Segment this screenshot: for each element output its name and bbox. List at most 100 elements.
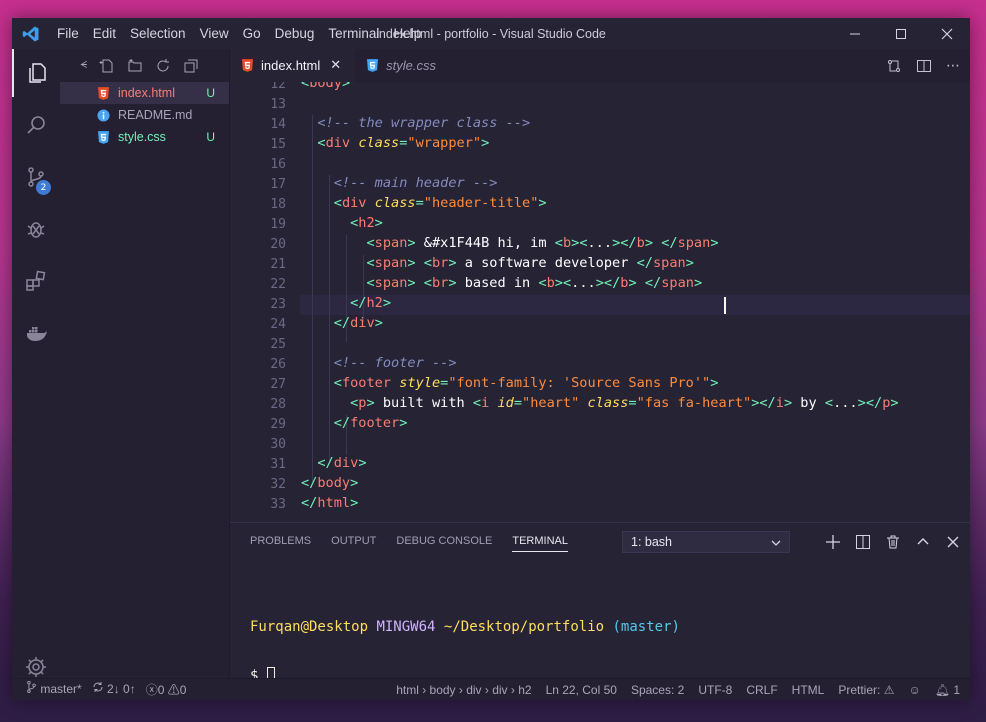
indentation[interactable]: Spaces: 2 [631,683,684,697]
split-terminal-icon[interactable] [856,535,870,549]
terminal-env: MINGW64 [376,619,436,635]
tab-index-html[interactable]: index.html ✕ [230,49,356,82]
file-name: style.css [118,130,166,144]
code-line: <span> <br> based in <b><...></b> </span… [366,275,703,291]
problems-status[interactable]: ⓧ0 ⚠0 [146,681,187,698]
file-item-index-html[interactable]: index.html U [60,82,229,104]
tab-style-css[interactable]: style.css [355,49,450,82]
code-line: <div class="header-title"> [333,195,547,211]
maximize-button[interactable] [878,18,924,49]
explorer-icon[interactable] [12,49,60,97]
terminal-branch: (master) [612,619,680,635]
terminal-select[interactable]: 1: bash [622,531,790,553]
search-icon[interactable] [12,101,60,149]
css3-icon [367,59,379,72]
menu-terminal[interactable]: Terminal [321,26,386,41]
code-line: <footer style="font-family: 'Source Sans… [333,375,719,391]
trash-icon[interactable] [886,535,900,549]
chevron-down-icon [771,535,781,549]
activity-bar: 2 [12,49,60,678]
tab-debug-console[interactable]: DEBUG CONSOLE [396,535,492,547]
vscode-logo-icon [12,18,50,49]
menu-help[interactable]: Help [386,26,428,41]
sync-label: 2↓ 0↑ [107,682,136,696]
line-number: 24 [270,317,286,332]
code-editor[interactable]: ▀ 12<body>1314 <!-- the wrapper class --… [230,82,970,522]
code-line: <h2> [350,215,383,231]
warning-count: 0 [179,683,187,697]
line-number: 27 [270,377,286,392]
menu-edit[interactable]: Edit [86,26,123,41]
menu-selection[interactable]: Selection [123,26,193,41]
language-mode[interactable]: HTML [792,683,825,697]
vscode-window: File Edit Selection View Go Debug Termin… [12,18,970,700]
line-number: 16 [270,157,286,172]
open-changes-icon[interactable] [886,58,902,74]
terminal-user-host: Furqan@Desktop [250,619,369,635]
feedback-smiley-icon[interactable]: ☺ [908,683,920,697]
info-icon [96,108,110,122]
file-status-badge: U [206,86,215,100]
line-number: 28 [270,397,286,412]
encoding[interactable]: UTF-8 [698,683,732,697]
collapse-all-icon[interactable] [183,58,199,74]
tab-output[interactable]: OUTPUT [331,535,376,547]
menu-bar: File Edit Selection View Go Debug Termin… [50,26,428,41]
tab-terminal[interactable]: TERMINAL [512,535,568,552]
menu-file[interactable]: File [50,26,86,41]
maximize-panel-icon[interactable] [916,535,930,549]
code-line: <span> <br> a software developer </span> [366,255,694,271]
collapse-section-icon[interactable]: ᗕ [80,60,87,71]
line-number: 31 [270,457,286,472]
file-item-readme[interactable]: README.md [60,104,229,126]
warning-icon: ⚠ [167,683,180,697]
tab-problems[interactable]: PROBLEMS [250,535,311,547]
more-actions-icon[interactable]: ⋯ [946,58,960,74]
code-line: <body> [301,82,351,91]
scm-badge: 2 [36,180,51,195]
bell-icon: 🔔︎ [934,682,950,697]
git-branch-icon [27,681,36,693]
menu-debug[interactable]: Debug [268,26,322,41]
tab-label: style.css [386,58,436,73]
refresh-icon[interactable] [155,58,171,74]
branch-status[interactable]: master* [26,681,82,698]
code-line: </html> [301,495,359,511]
end-of-line[interactable]: CRLF [746,683,777,697]
status-bar: master* 2↓ 0↑ ⓧ0 ⚠0 html › body › div › … [12,678,970,700]
split-editor-icon[interactable] [916,58,932,74]
menu-go[interactable]: Go [236,26,268,41]
new-file-icon[interactable] [99,58,115,74]
minimize-button[interactable] [832,18,878,49]
source-control-icon[interactable]: 2 [12,153,60,201]
window-controls [832,18,970,49]
file-name: index.html [118,86,175,100]
sync-status[interactable]: 2↓ 0↑ [92,681,136,698]
line-number: 13 [270,97,286,112]
text-cursor [724,297,726,314]
line-number: 30 [270,437,286,452]
debug-icon[interactable] [12,205,60,253]
close-panel-icon[interactable] [946,535,960,549]
breadcrumb[interactable]: html › body › div › div › h2 [396,683,531,697]
file-name: README.md [118,108,193,122]
cursor-position[interactable]: Ln 22, Col 50 [546,683,617,697]
tab-label: index.html [261,57,321,73]
extensions-icon[interactable] [12,257,60,305]
code-line: </div> [333,315,383,331]
line-number: 12 [270,82,286,92]
close-tab-icon[interactable]: ✕ [330,57,341,73]
close-window-button[interactable] [924,18,970,49]
docker-icon[interactable] [12,309,60,357]
new-folder-icon[interactable] [127,58,143,74]
file-item-style-css[interactable]: style.css U [60,126,229,148]
line-number: 18 [270,197,286,212]
sync-icon [93,682,103,692]
new-terminal-icon[interactable] [826,535,840,549]
warning-icon: ⚠ [883,682,895,697]
prettier-status[interactable]: Prettier: ⚠ [838,683,894,697]
menu-view[interactable]: View [193,26,236,41]
notifications[interactable]: 🔔︎ 1 [935,683,960,697]
file-status-badge: U [206,130,215,144]
explorer-sidebar: ᗕ index.html U README.md style.css U [60,49,230,678]
